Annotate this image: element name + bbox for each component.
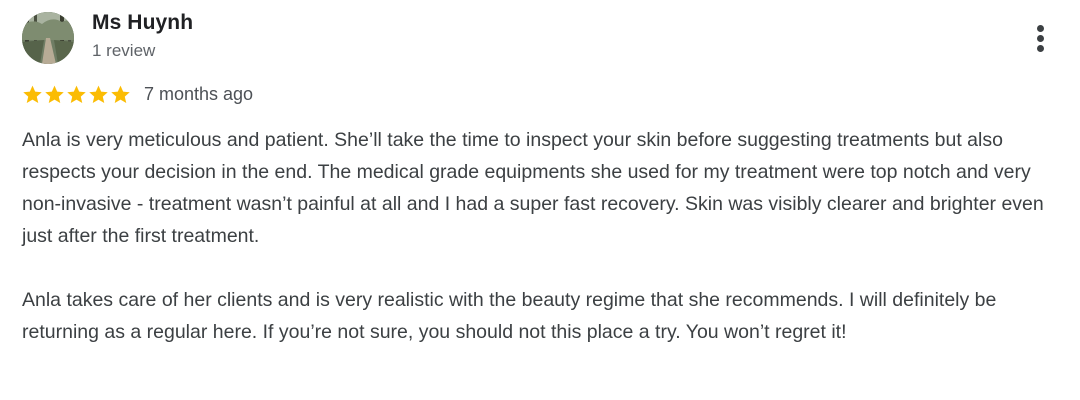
- review-card: Ms Huynh 1 review 7 months ago Anla is v…: [0, 0, 1080, 400]
- more-vertical-icon-dot: [1037, 35, 1044, 42]
- more-options-button[interactable]: [1026, 22, 1056, 54]
- star-icon: [67, 85, 86, 103]
- star-rating: [22, 84, 132, 105]
- star-icon: [111, 85, 130, 103]
- reviewer-avatar[interactable]: [22, 12, 74, 64]
- more-vertical-icon-dot: [1037, 25, 1044, 32]
- review-text: Anla is very meticulous and patient. She…: [22, 124, 1062, 348]
- rating-row: 7 months ago: [22, 82, 253, 106]
- forest-path-photo-icon: [22, 12, 74, 64]
- review-paragraph: Anla takes care of her clients and is ve…: [22, 289, 997, 343]
- star-icon: [45, 85, 64, 103]
- reviewer-review-count: 1 review: [92, 41, 156, 60]
- star-icon: [23, 85, 42, 103]
- more-vertical-icon-dot: [1037, 45, 1044, 52]
- review-date: 7 months ago: [144, 83, 254, 104]
- star-icon: [89, 85, 108, 103]
- reviewer-name[interactable]: Ms Huynh: [92, 11, 193, 35]
- review-paragraph: Anla is very meticulous and patient. She…: [22, 129, 1044, 247]
